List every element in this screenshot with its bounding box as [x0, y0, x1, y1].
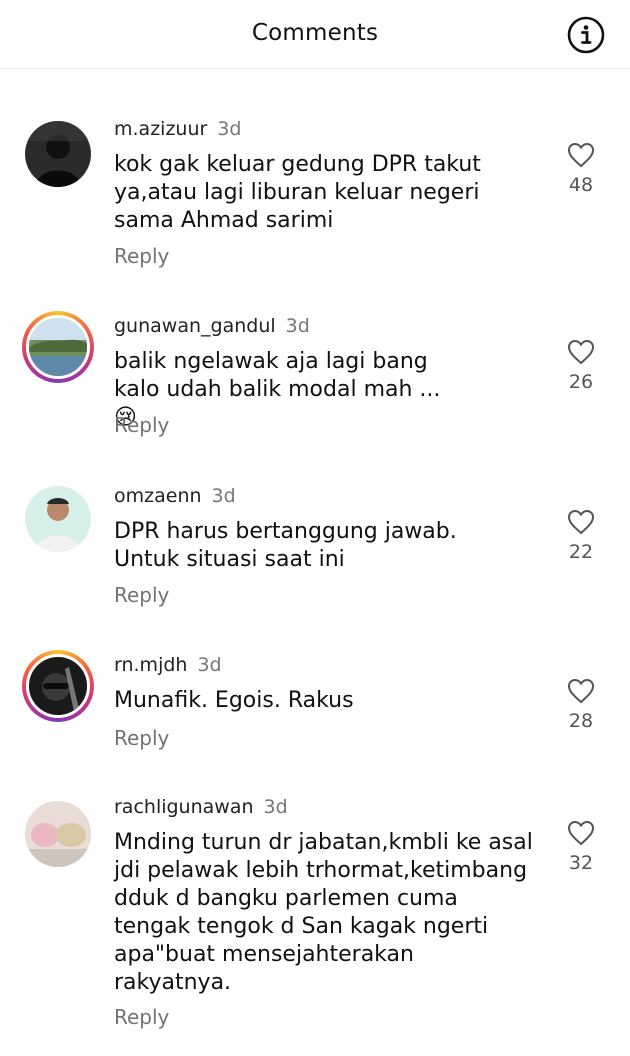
- username-line: gunawan_gandul 3d: [114, 315, 310, 337]
- timestamp: 3d: [197, 654, 222, 676]
- like-group: 48: [552, 142, 610, 196]
- username-line: m.azizuur 3d: [114, 118, 241, 140]
- avatar-image: [25, 801, 91, 867]
- heart-icon[interactable]: [567, 678, 595, 704]
- heart-icon[interactable]: [567, 339, 595, 365]
- comment-text: DPR harus bertanggung jawab. Untuk situa…: [114, 519, 457, 572]
- username[interactable]: m.azizuur: [114, 118, 207, 140]
- avatar-image: [26, 315, 90, 379]
- reply-button[interactable]: Reply: [114, 583, 169, 607]
- username[interactable]: rn.mjdh: [114, 654, 187, 676]
- like-count: 32: [568, 852, 594, 874]
- heart-icon[interactable]: [567, 142, 595, 168]
- like-group: 32: [552, 820, 610, 874]
- avatar[interactable]: [22, 798, 94, 870]
- like-group: 28: [552, 678, 610, 732]
- timestamp: 3d: [285, 315, 310, 337]
- username-line: rn.mjdh 3d: [114, 654, 222, 676]
- reply-button[interactable]: Reply: [114, 413, 169, 437]
- comment-item: rn.mjdh 3d Munafik. Egois. Rakus Reply 28: [0, 650, 630, 764]
- avatar-image: [26, 654, 90, 718]
- like-group: 22: [552, 509, 610, 563]
- comment-item: omzaenn 3d DPR harus bertanggung jawab. U…: [0, 485, 630, 615]
- avatar[interactable]: [22, 118, 94, 190]
- page-title: Comments: [251, 20, 379, 46]
- avatar-image: [25, 121, 91, 187]
- username-line: omzaenn 3d: [114, 485, 236, 507]
- like-count: 48: [568, 174, 594, 196]
- like-count: 28: [568, 710, 594, 732]
- username-line: rachligunawan 3d: [114, 796, 288, 818]
- reply-button[interactable]: Reply: [114, 726, 169, 750]
- comment-item: rachligunawan 3d Mnding turun dr jabatan,…: [0, 796, 630, 1046]
- username[interactable]: gunawan_gandul: [114, 315, 276, 337]
- username[interactable]: omzaenn: [114, 485, 202, 507]
- timestamp: 3d: [217, 118, 242, 140]
- comment-text: kok gak keluar gedung DPR takut ya,atau …: [114, 152, 481, 233]
- timestamp: 3d: [211, 485, 236, 507]
- reply-button[interactable]: Reply: [114, 1005, 169, 1029]
- heart-icon[interactable]: [567, 820, 595, 846]
- avatar[interactable]: [22, 483, 94, 555]
- like-group: 26: [552, 339, 610, 393]
- comments-header: Comments: [0, 0, 630, 69]
- username[interactable]: rachligunawan: [114, 796, 254, 818]
- avatar-story-ring[interactable]: [22, 650, 94, 722]
- info-icon[interactable]: [566, 15, 606, 55]
- comment-item: gunawan_gandul 3d balik ngelawak aja lagi…: [0, 311, 630, 445]
- comment-text: Munafik. Egois. Rakus: [114, 688, 354, 713]
- like-count: 26: [568, 371, 594, 393]
- reply-button[interactable]: Reply: [114, 244, 169, 268]
- comment-text: Mnding turun dr jabatan,kmbli ke asal jd…: [114, 830, 533, 995]
- comment-item: m.azizuur 3d kok gak keluar gedung DPR ta…: [0, 118, 630, 278]
- avatar-image: [25, 486, 91, 552]
- avatar-story-ring[interactable]: [22, 311, 94, 383]
- heart-icon[interactable]: [567, 509, 595, 535]
- timestamp: 3d: [263, 796, 288, 818]
- like-count: 22: [568, 541, 594, 563]
